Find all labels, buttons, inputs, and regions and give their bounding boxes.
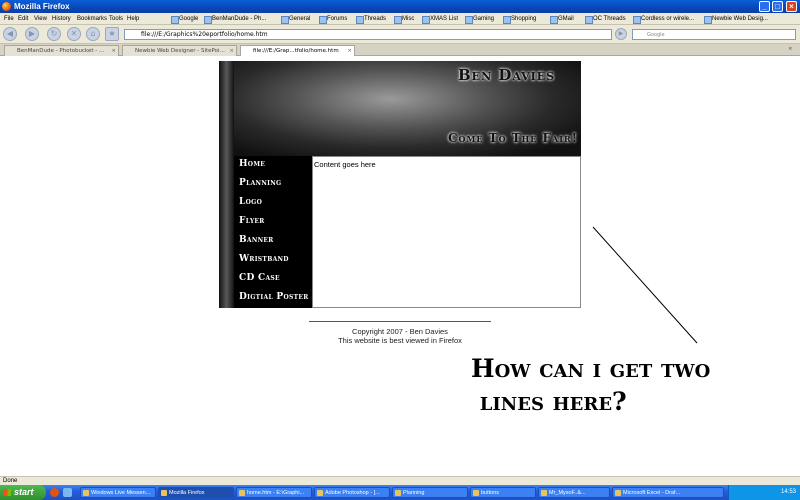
bookmark-general[interactable]: General (280, 13, 310, 25)
minimize-button[interactable]: _ (759, 1, 770, 12)
bookmark-xmas-list[interactable]: XMAS List (421, 13, 458, 25)
close-button[interactable]: × (786, 1, 797, 12)
search-input[interactable]: Google (632, 29, 796, 40)
home-icon[interactable]: ⌂ (86, 27, 100, 41)
site-side-stripe (219, 61, 234, 308)
taskbar-item-msn-chat[interactable]: Mr_MysoF..&... (538, 487, 610, 498)
taskbar-item-home-htm[interactable]: home.htm - E:\Graphi... (236, 487, 312, 498)
window-title-bar[interactable]: Mozilla Firefox _ □ × (0, 0, 800, 13)
reload-icon[interactable]: ↻ (47, 27, 61, 41)
bookmark-cordless[interactable]: Cordless or wirele... (632, 13, 694, 25)
menu-tools[interactable]: Tools (109, 13, 123, 25)
menu-history[interactable]: History (52, 13, 71, 25)
tab-home-htm[interactable]: file:///E:/Grap...tfolio/home.htm × (240, 45, 355, 56)
taskbar-item-photoshop[interactable]: Adobe Photoshop - [... (314, 487, 390, 498)
tab-close-icon[interactable]: × (111, 46, 116, 56)
nav-cd-case[interactable]: CD Case (239, 273, 280, 283)
start-label: start (14, 487, 34, 497)
forward-icon[interactable]: ▶ (25, 27, 39, 41)
nav-wristband[interactable]: Wristband (239, 254, 289, 264)
nav-banner[interactable]: Banner (239, 235, 274, 245)
firefox-logo-icon (2, 2, 11, 11)
tab-photobucket[interactable]: BenManDude - Photobucket - ... × (4, 45, 119, 56)
nav-planning[interactable]: Planning (239, 178, 281, 188)
url-text: file:///E:/Graphics%20eportfolio/home.ht… (141, 31, 268, 38)
quicklaunch-firefox-icon[interactable] (50, 488, 59, 497)
bookmark-newbie-web-designer[interactable]: Newbie Web Desig... (703, 13, 768, 25)
tab-label: Newbie Web Designer - SitePoi... (135, 48, 225, 54)
bookmark-forums[interactable]: Forums (318, 13, 347, 25)
nav-home[interactable]: Home (239, 159, 265, 169)
tab-label: BenManDude - Photobucket - ... (17, 48, 105, 54)
menu-edit[interactable]: Edit (18, 13, 28, 25)
bookmark-threads[interactable]: Threads (355, 13, 386, 25)
menu-file[interactable]: File (4, 13, 14, 25)
nav-digital-poster[interactable]: Digtial Poster (239, 292, 309, 302)
taskbar-item-planning[interactable]: Planning (392, 487, 468, 498)
content-text: Content goes here (314, 160, 376, 169)
system-tray: 14:53 (728, 485, 800, 500)
window-title: Mozilla Firefox (14, 2, 70, 11)
start-button[interactable]: start (0, 485, 46, 500)
status-bar: Done (0, 476, 800, 485)
bookmark-oc-threads[interactable]: OC Threads (584, 13, 626, 25)
tab-sitepoint[interactable]: Newbie Web Designer - SitePoi... × (122, 45, 237, 56)
tab-close-icon[interactable]: × (229, 46, 234, 56)
footer-note: This website is best viewed in Firefox (338, 336, 462, 345)
bookmark-gmail[interactable]: GMail (549, 13, 574, 25)
navigation-toolbar: ◀ ▶ ↻ ✕ ⌂ ★ file:///E:/Graphics%20eportf… (0, 25, 800, 44)
clock[interactable]: 14:53 (781, 489, 796, 495)
annotation-line-1: How can i get two (471, 354, 711, 383)
stop-icon[interactable]: ✕ (67, 27, 81, 41)
url-bar[interactable]: file:///E:/Graphics%20eportfolio/home.ht… (124, 29, 612, 40)
bookmark-benmandude[interactable]: BenManDude - Ph... (203, 13, 266, 25)
maximize-button[interactable]: □ (772, 1, 783, 12)
go-icon[interactable]: ▶ (615, 28, 627, 40)
site-slogan: Come To The Fair! (448, 131, 578, 145)
bookmark-add-icon[interactable]: ★ (105, 27, 119, 41)
bookmark-shopping[interactable]: Shopping (502, 13, 536, 25)
bookmark-google[interactable]: Google (170, 13, 198, 25)
tab-label: file:///E:/Grap...tfolio/home.htm (253, 48, 339, 54)
back-icon[interactable]: ◀ (3, 27, 17, 41)
close-tab-icon[interactable]: × (788, 44, 793, 55)
status-text: Done (3, 478, 18, 484)
annotation-line-2: lines here? (471, 387, 627, 416)
search-placeholder: Google (647, 32, 665, 38)
windows-taskbar: start Windows Live Messen... Mozilla Fir… (0, 485, 800, 500)
tab-bar: BenManDude - Photobucket - ... × Newbie W… (0, 44, 800, 56)
bookmark-gaming[interactable]: Gaming (464, 13, 494, 25)
menu-help[interactable]: Help (127, 13, 139, 25)
taskbar-item-firefox[interactable]: Mozilla Firefox (158, 487, 234, 498)
content-area: Content goes here (312, 156, 581, 308)
taskbar-item-messenger[interactable]: Windows Live Messen... (80, 487, 156, 498)
menu-bookmarks[interactable]: Bookmarks (77, 13, 107, 25)
taskbar-item-buttons[interactable]: buttons (470, 487, 536, 498)
site-nav: Home Planning Logo Flyer Banner Wristban… (234, 156, 312, 308)
bookmark-misc[interactable]: Misc (393, 13, 414, 25)
menu-view[interactable]: View (34, 13, 47, 25)
quicklaunch-desktop-icon[interactable] (63, 488, 72, 497)
footer-divider (309, 321, 491, 322)
tab-close-icon[interactable]: × (347, 46, 352, 56)
site-footer: Copyright 2007 - Ben Davies This website… (309, 327, 491, 345)
site-name: Ben Davies (458, 66, 556, 84)
nav-flyer[interactable]: Flyer (239, 216, 265, 226)
menu-bar: File Edit View History Bookmarks Tools H… (0, 13, 800, 25)
nav-logo[interactable]: Logo (239, 197, 262, 207)
taskbar-item-excel[interactable]: Microsoft Excel - Draf... (612, 487, 724, 498)
footer-copyright: Copyright 2007 - Ben Davies (352, 327, 448, 336)
annotation-question: How can i get two lines here? (471, 352, 800, 418)
